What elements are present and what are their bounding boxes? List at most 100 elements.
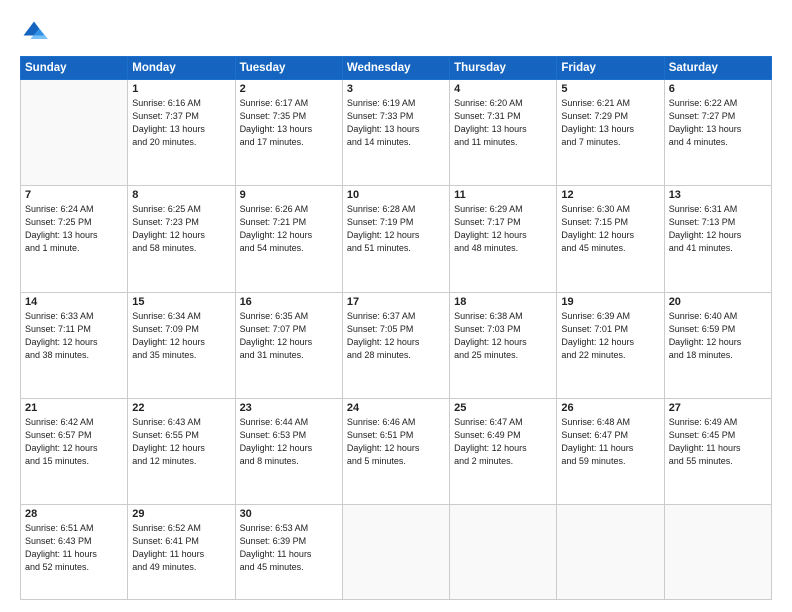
calendar-week-row-4: 21Sunrise: 6:42 AM Sunset: 6:57 PM Dayli… <box>21 398 772 504</box>
day-info: Sunrise: 6:34 AM Sunset: 7:09 PM Dayligh… <box>132 310 230 362</box>
calendar-cell: 27Sunrise: 6:49 AM Sunset: 6:45 PM Dayli… <box>664 398 771 504</box>
calendar-week-row-5: 28Sunrise: 6:51 AM Sunset: 6:43 PM Dayli… <box>21 505 772 600</box>
calendar-header-thursday: Thursday <box>450 57 557 80</box>
day-number: 11 <box>454 189 552 201</box>
calendar-cell: 6 Sunrise: 6:22 AM Sunset: 7:27 PM Daylig… <box>664 80 771 186</box>
day-info: Sunrise: 6:46 AM Sunset: 6:51 PM Dayligh… <box>347 416 445 468</box>
day-number: 28 <box>25 508 123 520</box>
logo-icon <box>20 18 48 46</box>
day-info: Sunrise: 6:28 AM Sunset: 7:19 PM Dayligh… <box>347 203 445 255</box>
day-number: 2 <box>240 83 338 95</box>
calendar-week-row-3: 14 Sunrise: 6:33 AM Sunset: 7:11 PM Dayli… <box>21 292 772 398</box>
calendar-cell: 28Sunrise: 6:51 AM Sunset: 6:43 PM Dayli… <box>21 505 128 600</box>
calendar-header-monday: Monday <box>128 57 235 80</box>
day-info: Sunrise: 6:52 AM Sunset: 6:41 PM Dayligh… <box>132 522 230 574</box>
day-info: Sunrise: 6:22 AM Sunset: 7:27 PM Dayligh… <box>669 97 767 149</box>
calendar-cell: 19 Sunrise: 6:39 AM Sunset: 7:01 PM Dayli… <box>557 292 664 398</box>
day-info: Sunrise: 6:16 AM Sunset: 7:37 PM Dayligh… <box>132 97 230 149</box>
day-number: 4 <box>454 83 552 95</box>
day-number: 19 <box>561 296 659 308</box>
calendar-cell: 25Sunrise: 6:47 AM Sunset: 6:49 PM Dayli… <box>450 398 557 504</box>
day-info: Sunrise: 6:37 AM Sunset: 7:05 PM Dayligh… <box>347 310 445 362</box>
day-info: Sunrise: 6:33 AM Sunset: 7:11 PM Dayligh… <box>25 310 123 362</box>
calendar-cell: 30 Sunrise: 6:53 AM Sunset: 6:39 PM Dayli… <box>235 505 342 600</box>
calendar-cell <box>450 505 557 600</box>
day-info: Sunrise: 6:42 AM Sunset: 6:57 PM Dayligh… <box>25 416 123 468</box>
calendar-table: SundayMondayTuesdayWednesdayThursdayFrid… <box>20 56 772 600</box>
calendar-cell: 18 Sunrise: 6:38 AM Sunset: 7:03 PM Dayli… <box>450 292 557 398</box>
day-info: Sunrise: 6:44 AM Sunset: 6:53 PM Dayligh… <box>240 416 338 468</box>
calendar-cell: 10 Sunrise: 6:28 AM Sunset: 7:19 PM Dayli… <box>342 186 449 292</box>
calendar-cell: 24 Sunrise: 6:46 AM Sunset: 6:51 PM Dayli… <box>342 398 449 504</box>
day-number: 15 <box>132 296 230 308</box>
calendar-week-row-2: 7 Sunrise: 6:24 AM Sunset: 7:25 PM Daylig… <box>21 186 772 292</box>
day-number: 10 <box>347 189 445 201</box>
day-number: 6 <box>669 83 767 95</box>
day-number: 22 <box>132 402 230 414</box>
day-number: 8 <box>132 189 230 201</box>
day-info: Sunrise: 6:26 AM Sunset: 7:21 PM Dayligh… <box>240 203 338 255</box>
day-number: 20 <box>669 296 767 308</box>
day-number: 1 <box>132 83 230 95</box>
calendar-cell: 11 Sunrise: 6:29 AM Sunset: 7:17 PM Dayli… <box>450 186 557 292</box>
day-number: 12 <box>561 189 659 201</box>
calendar-cell <box>342 505 449 600</box>
calendar-cell: 9 Sunrise: 6:26 AM Sunset: 7:21 PM Daylig… <box>235 186 342 292</box>
calendar-cell: 4 Sunrise: 6:20 AM Sunset: 7:31 PM Daylig… <box>450 80 557 186</box>
calendar-cell: 21Sunrise: 6:42 AM Sunset: 6:57 PM Dayli… <box>21 398 128 504</box>
day-number: 7 <box>25 189 123 201</box>
calendar-cell: 17 Sunrise: 6:37 AM Sunset: 7:05 PM Dayli… <box>342 292 449 398</box>
calendar-cell: 12 Sunrise: 6:30 AM Sunset: 7:15 PM Dayli… <box>557 186 664 292</box>
day-info: Sunrise: 6:25 AM Sunset: 7:23 PM Dayligh… <box>132 203 230 255</box>
day-info: Sunrise: 6:29 AM Sunset: 7:17 PM Dayligh… <box>454 203 552 255</box>
day-number: 27 <box>669 402 767 414</box>
day-info: Sunrise: 6:21 AM Sunset: 7:29 PM Dayligh… <box>561 97 659 149</box>
calendar-cell: 26 Sunrise: 6:48 AM Sunset: 6:47 PM Dayli… <box>557 398 664 504</box>
calendar-cell <box>664 505 771 600</box>
day-info: Sunrise: 6:31 AM Sunset: 7:13 PM Dayligh… <box>669 203 767 255</box>
day-info: Sunrise: 6:48 AM Sunset: 6:47 PM Dayligh… <box>561 416 659 468</box>
calendar-cell <box>21 80 128 186</box>
calendar-cell: 7 Sunrise: 6:24 AM Sunset: 7:25 PM Daylig… <box>21 186 128 292</box>
calendar-header-row: SundayMondayTuesdayWednesdayThursdayFrid… <box>21 57 772 80</box>
day-number: 30 <box>240 508 338 520</box>
day-number: 26 <box>561 402 659 414</box>
day-number: 13 <box>669 189 767 201</box>
calendar-header-wednesday: Wednesday <box>342 57 449 80</box>
header <box>20 18 772 46</box>
day-info: Sunrise: 6:20 AM Sunset: 7:31 PM Dayligh… <box>454 97 552 149</box>
day-info: Sunrise: 6:24 AM Sunset: 7:25 PM Dayligh… <box>25 203 123 255</box>
calendar-cell: 13 Sunrise: 6:31 AM Sunset: 7:13 PM Dayli… <box>664 186 771 292</box>
day-number: 14 <box>25 296 123 308</box>
calendar-cell: 5Sunrise: 6:21 AM Sunset: 7:29 PM Daylig… <box>557 80 664 186</box>
day-info: Sunrise: 6:17 AM Sunset: 7:35 PM Dayligh… <box>240 97 338 149</box>
day-number: 9 <box>240 189 338 201</box>
calendar-cell: 3Sunrise: 6:19 AM Sunset: 7:33 PM Daylig… <box>342 80 449 186</box>
calendar-cell: 15 Sunrise: 6:34 AM Sunset: 7:09 PM Dayli… <box>128 292 235 398</box>
calendar-cell <box>557 505 664 600</box>
day-number: 25 <box>454 402 552 414</box>
day-info: Sunrise: 6:30 AM Sunset: 7:15 PM Dayligh… <box>561 203 659 255</box>
calendar-week-row-1: 1 Sunrise: 6:16 AM Sunset: 7:37 PM Daylig… <box>21 80 772 186</box>
day-info: Sunrise: 6:19 AM Sunset: 7:33 PM Dayligh… <box>347 97 445 149</box>
day-number: 16 <box>240 296 338 308</box>
day-number: 17 <box>347 296 445 308</box>
day-info: Sunrise: 6:53 AM Sunset: 6:39 PM Dayligh… <box>240 522 338 574</box>
calendar-cell: 20 Sunrise: 6:40 AM Sunset: 6:59 PM Dayli… <box>664 292 771 398</box>
day-info: Sunrise: 6:35 AM Sunset: 7:07 PM Dayligh… <box>240 310 338 362</box>
calendar-header-saturday: Saturday <box>664 57 771 80</box>
day-info: Sunrise: 6:39 AM Sunset: 7:01 PM Dayligh… <box>561 310 659 362</box>
day-info: Sunrise: 6:43 AM Sunset: 6:55 PM Dayligh… <box>132 416 230 468</box>
calendar-cell: 14 Sunrise: 6:33 AM Sunset: 7:11 PM Dayli… <box>21 292 128 398</box>
calendar-header-tuesday: Tuesday <box>235 57 342 80</box>
calendar-cell: 23Sunrise: 6:44 AM Sunset: 6:53 PM Dayli… <box>235 398 342 504</box>
calendar-cell: 8 Sunrise: 6:25 AM Sunset: 7:23 PM Daylig… <box>128 186 235 292</box>
day-number: 24 <box>347 402 445 414</box>
day-number: 18 <box>454 296 552 308</box>
day-info: Sunrise: 6:40 AM Sunset: 6:59 PM Dayligh… <box>669 310 767 362</box>
calendar-header-sunday: Sunday <box>21 57 128 80</box>
calendar-cell: 22 Sunrise: 6:43 AM Sunset: 6:55 PM Dayli… <box>128 398 235 504</box>
calendar-cell: 16 Sunrise: 6:35 AM Sunset: 7:07 PM Dayli… <box>235 292 342 398</box>
day-info: Sunrise: 6:38 AM Sunset: 7:03 PM Dayligh… <box>454 310 552 362</box>
calendar-header-friday: Friday <box>557 57 664 80</box>
